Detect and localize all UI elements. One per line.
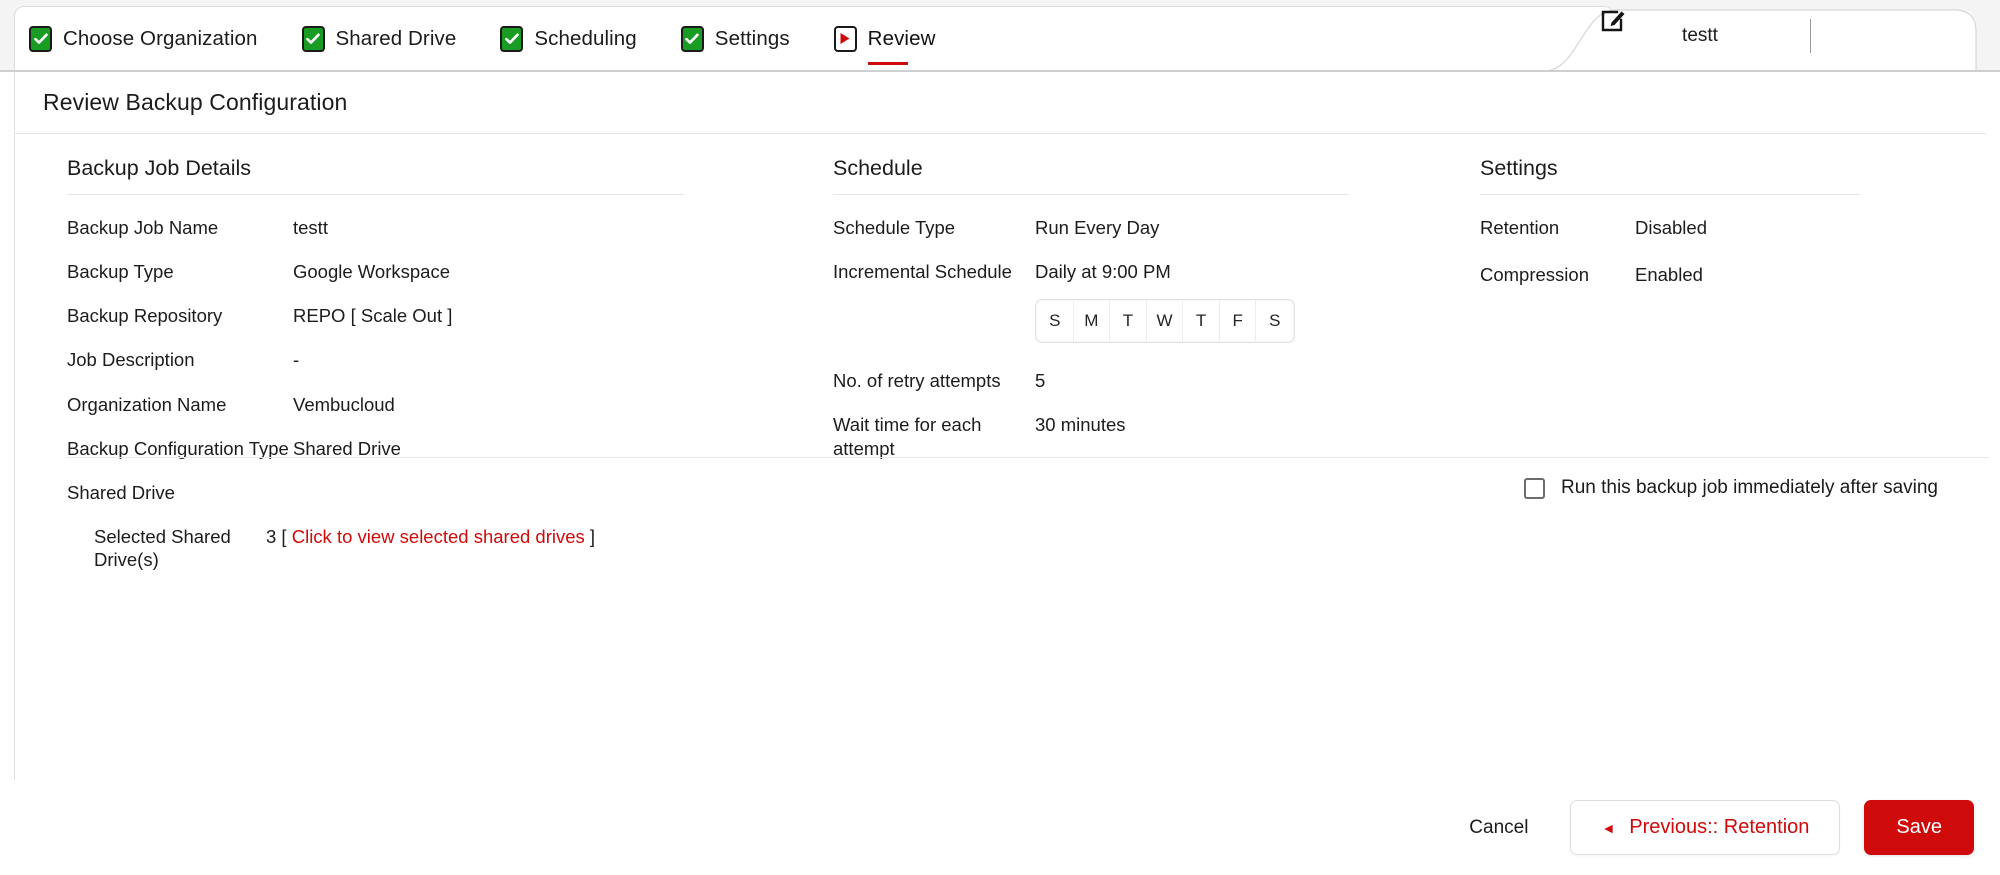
wizard-step-label: Scheduling	[534, 26, 637, 50]
tab-inner: testt	[1600, 6, 2000, 66]
row-label: No. of retry attempts	[833, 370, 1001, 392]
row-label: Shared Drive	[67, 481, 175, 503]
wizard-step-label: Shared Drive	[335, 26, 457, 50]
selected-drives-suffix: ]	[584, 525, 596, 547]
weekday-cell-tuesday[interactable]: T	[1110, 301, 1147, 342]
row-label: Compression	[1480, 264, 1589, 286]
tab-divider	[1810, 19, 1811, 53]
row-value: Enabled	[1635, 264, 1703, 286]
wizard-step-label: Settings	[714, 26, 790, 50]
chevron-left-icon: ◄	[1601, 819, 1616, 836]
section-rule	[67, 194, 684, 195]
row-label: Backup Repository	[67, 305, 223, 327]
detail-row-backup-repository: Backup Repository REPO [ Scale Out ]	[67, 304, 807, 327]
checkbox-checked-icon	[680, 25, 704, 52]
view-selected-shared-drives-link[interactable]: Click to view selected shared drives	[292, 526, 585, 547]
row-value: REPO [ Scale Out ]	[293, 305, 453, 327]
row-value: 3 [ Click to view selected shared drives…	[266, 525, 595, 548]
row-value: 5	[1035, 370, 1046, 392]
content-divider	[65, 457, 1989, 458]
detail-row-backup-type: Backup Type Google Workspace	[67, 260, 807, 283]
row-value: Vembucloud	[293, 393, 395, 415]
section-rule	[1480, 194, 1860, 195]
weekday-selector[interactable]: S M T W T F S	[1035, 299, 1295, 344]
settings-row-compression: Compression Enabled	[1480, 263, 1990, 286]
checkbox-checked-icon	[301, 25, 325, 52]
checkbox-checked-icon	[29, 25, 52, 52]
active-step-indicator	[867, 61, 908, 65]
job-name-tab[interactable]: testt	[1530, 0, 2000, 72]
row-label: Schedule Type	[833, 217, 956, 238]
wizard-step-label: Review	[867, 26, 936, 50]
run-immediately-option[interactable]: Run this backup job immediately after sa…	[1523, 477, 1938, 499]
weekday-cell-sunday[interactable]: S	[1037, 301, 1074, 342]
row-value: Google Workspace	[293, 261, 450, 283]
run-immediately-checkbox[interactable]	[1523, 477, 1545, 499]
detail-row-selected-shared-drives: Selected Shared Drive(s) 3 [ Click to vi…	[67, 525, 807, 571]
schedule-row-retry-attempts: No. of retry attempts 5	[833, 369, 1513, 392]
weekday-cell-friday[interactable]: F	[1219, 301, 1257, 342]
previous-button-label: Previous:: Retention	[1629, 816, 1810, 838]
wizard-header: Choose Organization Shared Drive Schedul…	[0, 0, 2000, 72]
detail-row-organization-name: Organization Name Vembucloud	[67, 393, 807, 416]
detail-row-backup-job-name: Backup Job Name testt	[67, 216, 807, 239]
section-heading: Settings	[1480, 156, 1558, 180]
tab-job-name: testt	[1682, 25, 1718, 46]
checkbox-checked-icon	[500, 25, 524, 52]
selected-drives-prefix: 3 [	[266, 525, 292, 547]
play-square-icon	[833, 25, 857, 52]
row-label: Wait time for each attempt	[833, 414, 982, 459]
row-value: Disabled	[1635, 217, 1707, 238]
weekday-cell-monday[interactable]: M	[1073, 301, 1111, 342]
row-label: Selected Shared Drive(s)	[94, 525, 231, 570]
wizard-step-scheduling[interactable]: Scheduling	[500, 25, 637, 52]
row-label: Backup Type	[67, 261, 174, 283]
row-value: -	[293, 349, 300, 371]
section-settings: Settings Retention Disabled Compression …	[1480, 156, 1990, 286]
schedule-row-schedule-type: Schedule Type Run Every Day	[833, 216, 1513, 239]
section-rule	[833, 194, 1349, 195]
section-heading: Schedule	[833, 156, 923, 180]
weekday-cell-saturday[interactable]: S	[1256, 301, 1294, 342]
row-label: Retention	[1480, 217, 1560, 238]
row-value: testt	[293, 217, 328, 238]
row-value: Daily at 9:00 PM	[1035, 261, 1171, 283]
schedule-row-incremental-schedule: Incremental Schedule Daily at 9:00 PM	[833, 260, 1513, 283]
cancel-button[interactable]: Cancel	[1451, 807, 1546, 849]
app-root: Choose Organization Shared Drive Schedul…	[0, 0, 2000, 875]
detail-row-shared-drive: Shared Drive	[67, 481, 807, 504]
wizard-step-list: Choose Organization Shared Drive Schedul…	[14, 6, 1614, 70]
row-value: Run Every Day	[1035, 217, 1160, 238]
wizard-step-settings[interactable]: Settings	[680, 25, 790, 52]
detail-row-job-description: Job Description -	[67, 348, 807, 371]
row-label: Incremental Schedule	[833, 261, 1012, 283]
row-label: Organization Name	[67, 393, 227, 415]
wizard-step-review[interactable]: Review	[833, 25, 936, 65]
row-label: Job Description	[67, 349, 195, 371]
edit-square-icon[interactable]	[1600, 6, 1627, 33]
section-heading: Backup Job Details	[67, 156, 252, 180]
wizard-step-choose-organization[interactable]: Choose Organization	[29, 25, 258, 52]
wizard-footer: Cancel ◄ Previous:: Retention Save	[0, 780, 2000, 875]
schedule-row-wait-time: Wait time for each attempt 30 minutes	[833, 413, 1513, 459]
weekday-cell-thursday[interactable]: T	[1183, 301, 1220, 342]
save-button[interactable]: Save	[1864, 800, 1974, 855]
settings-row-retention: Retention Disabled	[1480, 216, 1990, 239]
page-title: Review Backup Configuration	[43, 89, 348, 115]
wizard-step-label: Choose Organization	[63, 26, 258, 50]
row-label: Backup Job Name	[67, 217, 219, 238]
section-schedule: Schedule Schedule Type Run Every Day Inc…	[833, 156, 1513, 460]
section-backup-job-details: Backup Job Details Backup Job Name testt…	[67, 156, 807, 571]
weekday-cell-wednesday[interactable]: W	[1146, 301, 1184, 342]
previous-retention-button[interactable]: ◄ Previous:: Retention	[1570, 800, 1841, 855]
run-immediately-label: Run this backup job immediately after sa…	[1560, 477, 1938, 498]
wizard-step-shared-drive[interactable]: Shared Drive	[301, 25, 457, 52]
page-title-bar: Review Backup Configuration	[14, 72, 1986, 134]
row-value: 30 minutes	[1035, 414, 1126, 436]
review-panel: Backup Job Details Backup Job Name testt…	[14, 134, 1989, 780]
